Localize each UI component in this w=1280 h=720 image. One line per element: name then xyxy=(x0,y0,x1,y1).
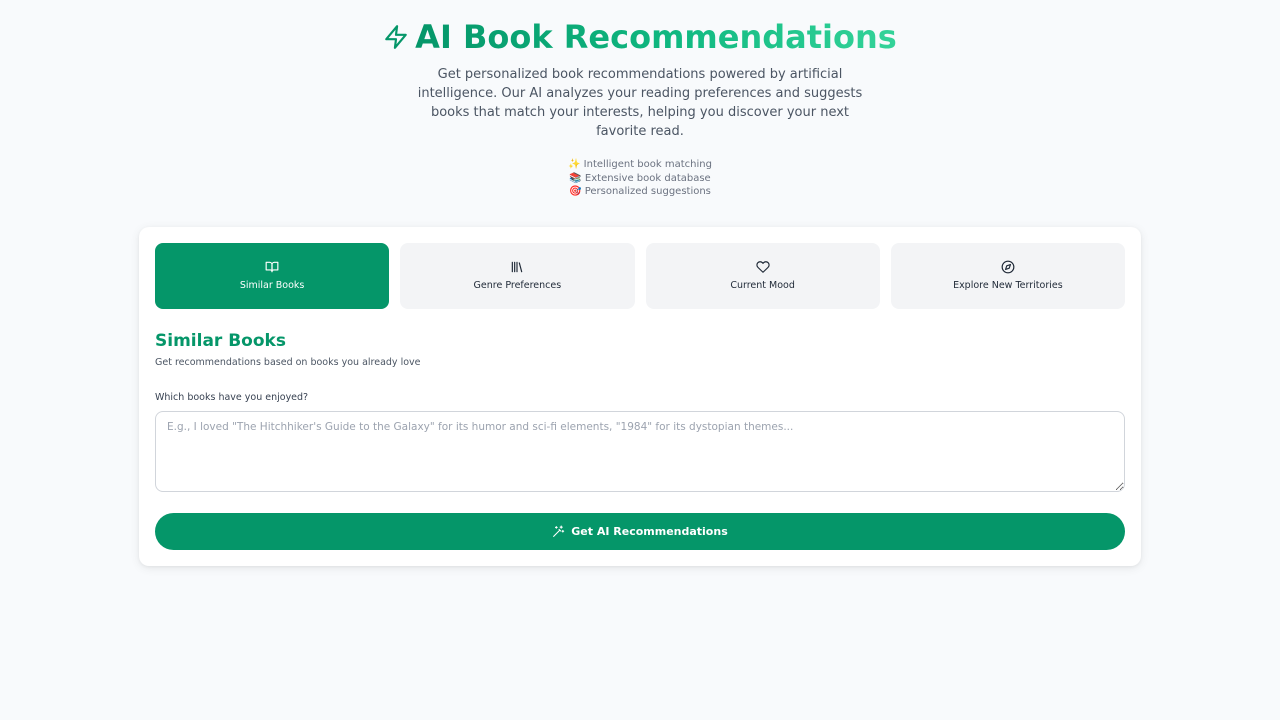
feature-item: 📚 Extensive book database xyxy=(569,172,711,184)
page-title: AI Book Recommendations xyxy=(415,18,897,56)
tab-label: Similar Books xyxy=(239,280,305,291)
tab-current-mood[interactable]: Current Mood xyxy=(645,243,880,309)
tab-label: Explore New Territories xyxy=(953,280,1063,291)
tab-similar-books[interactable]: Similar Books xyxy=(155,243,390,309)
title-row: AI Book Recommendations xyxy=(0,18,1280,56)
feature-item: ✨ Intelligent book matching xyxy=(568,159,712,170)
compass-icon xyxy=(1001,260,1015,274)
tab-explore-new-territories[interactable]: Explore New Territories xyxy=(890,243,1125,309)
open-book-icon xyxy=(265,261,279,273)
section-description: Get recommendations based on books you a… xyxy=(155,357,421,368)
tab-genre-preferences[interactable]: Genre Preferences xyxy=(400,243,635,309)
heart-icon xyxy=(755,261,770,273)
submit-button-label: Get AI Recommendations xyxy=(571,525,728,538)
section-title: Similar Books xyxy=(155,331,286,351)
feature-list: ✨ Intelligent book matching 📚 Extensive … xyxy=(0,158,1280,199)
library-icon xyxy=(512,261,523,273)
recommendation-card: Similar Books Genre Preferences Current … xyxy=(139,227,1141,566)
books-field-label: Which books have you enjoyed? xyxy=(155,392,309,403)
mode-tabs: Similar Books Genre Preferences Current … xyxy=(155,243,1125,309)
lightning-bolt-icon xyxy=(385,25,408,49)
get-recommendations-button[interactable]: Get AI Recommendations xyxy=(155,513,1125,550)
tab-label: Current Mood xyxy=(730,280,795,291)
enjoyed-books-textarea[interactable] xyxy=(155,411,1125,492)
page-subtitle: Get personalized book recommendations po… xyxy=(417,67,863,139)
page-header: AI Book Recommendations Get personalized… xyxy=(0,18,1280,199)
tab-label: Genre Preferences xyxy=(473,280,562,291)
sparkles-wand-icon xyxy=(553,525,565,537)
feature-item: 🎯 Personalized suggestions xyxy=(569,186,711,197)
